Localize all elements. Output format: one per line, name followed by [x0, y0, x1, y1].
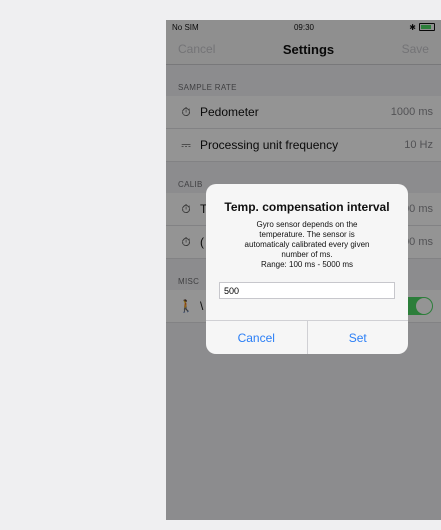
alert-message-line: Range: 100 ms - 5000 ms	[260, 260, 354, 269]
alert-message-line: automaticaly calibrated every given	[244, 240, 370, 249]
alert-message-line: number of ms.	[281, 250, 333, 259]
alert-dialog: Temp. compensation interval Gyro sensor …	[206, 184, 408, 354]
alert-cancel-button[interactable]: Cancel	[206, 321, 307, 354]
alert-message-line: Gyro sensor depends on the	[256, 220, 358, 229]
phone-screen: No SIM 09:30 ✱ Cancel Settings Save SAMP…	[166, 20, 441, 520]
alert-message: Gyro sensor depends on the temperature. …	[235, 220, 380, 270]
interval-input[interactable]	[219, 282, 395, 299]
alert-title: Temp. compensation interval	[224, 200, 390, 214]
alert-buttons: Cancel Set	[206, 320, 408, 354]
alert-message-line: temperature. The sensor is	[259, 230, 355, 239]
alert-set-button[interactable]: Set	[308, 321, 409, 354]
